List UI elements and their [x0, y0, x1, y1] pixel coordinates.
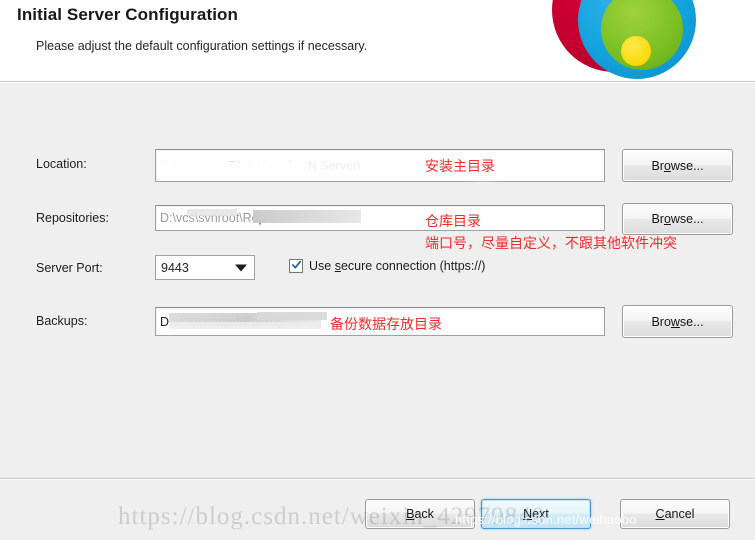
location-label: Location: — [36, 157, 87, 171]
location-input[interactable]: C:\Program Files\VisualSVN Server\ — [155, 149, 605, 182]
secure-connection-label: Use secure connection (https://) — [309, 259, 486, 273]
repositories-label: Repositories: — [36, 211, 109, 225]
backups-browse-label: Browse... — [651, 314, 704, 329]
secure-connection-checkbox[interactable] — [289, 259, 303, 273]
repositories-input[interactable]: D:\vcs\svnroot\Rep \ — [155, 205, 605, 231]
cancel-button-label: Cancel — [655, 507, 695, 521]
next-button[interactable]: Next — [481, 499, 591, 529]
initial-server-configuration-dialog: Initial Server Configuration Please adju… — [0, 0, 755, 540]
chevron-down-icon[interactable] — [235, 264, 247, 271]
repositories-browse-label: Browse... — [651, 212, 704, 226]
backups-label: Backups: — [36, 314, 88, 328]
location-annotation: 安装主目录 — [425, 159, 495, 175]
page-title: Initial Server Configuration — [17, 5, 238, 24]
server-port-label: Server Port: — [36, 261, 103, 275]
secure-connection-checkbox-row[interactable]: Use secure connection (https://) — [289, 259, 485, 273]
back-button[interactable]: Back — [365, 499, 475, 529]
next-button-label: Next — [523, 507, 549, 521]
page-subtitle: Please adjust the default configuration … — [36, 39, 368, 53]
dialog-header: Initial Server Configuration Please adju… — [0, 0, 755, 82]
location-browse-label: Browse... — [651, 158, 704, 173]
dialog-body: Location: C:\Program Files\VisualSVN Ser… — [0, 83, 755, 478]
checkmark-icon — [292, 260, 301, 269]
repositories-annotation: 仓库目录 — [425, 214, 481, 230]
backups-annotation: 备份数据存放目录 — [330, 317, 442, 333]
location-input-value: C:\Program Files\VisualSVN Server\ — [160, 158, 361, 173]
back-button-label: Back — [406, 507, 434, 521]
server-port-annotation: 端口号，尽量自定义，不跟其他软件冲突 — [425, 236, 677, 252]
repositories-browse-button[interactable]: Browse... — [622, 203, 733, 235]
visualsvn-logo-icon — [552, 0, 702, 82]
location-browse-button[interactable]: Browse... — [622, 149, 733, 182]
logo-ring-yellow — [621, 36, 651, 66]
cancel-button[interactable]: Cancel — [620, 499, 730, 529]
backups-browse-button[interactable]: Browse... — [622, 305, 733, 338]
backups-input-value: D:\vcs\svnroot\Backup — [160, 314, 285, 329]
dialog-footer: Back Next Cancel — [0, 480, 755, 540]
repositories-input-value: D:\vcs\svnroot\Rep \ — [160, 211, 273, 225]
server-port-combobox[interactable]: 9443 — [155, 255, 255, 280]
server-port-value: 9443 — [161, 260, 189, 275]
